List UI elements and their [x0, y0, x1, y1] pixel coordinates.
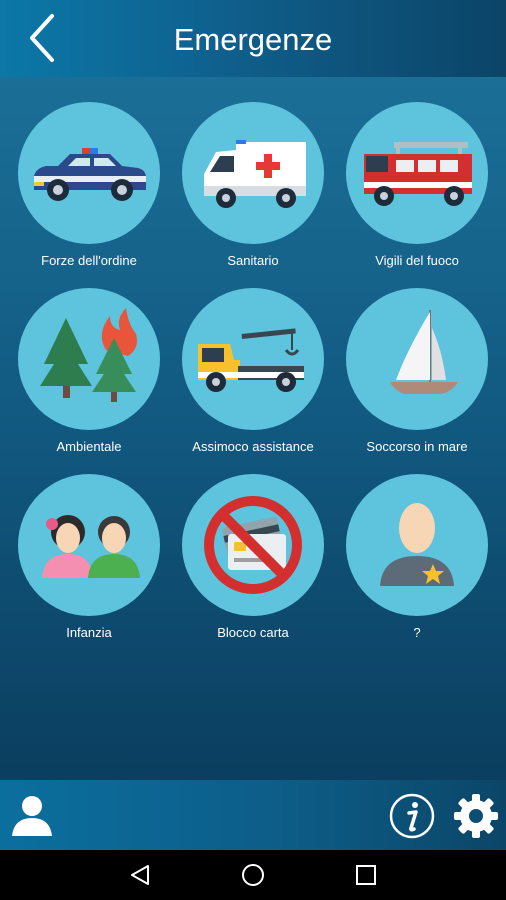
nav-home-icon[interactable]: [241, 863, 265, 887]
forest-fire-icon: [40, 308, 137, 402]
tile-vigili-del-fuoco[interactable]: Vigili del fuoco: [334, 102, 500, 282]
tile-blocco-carta[interactable]: Blocco carta: [170, 474, 336, 654]
tile-circle: [346, 288, 488, 430]
info-icon[interactable]: [388, 792, 436, 840]
tile-forze-dellordine[interactable]: Forze dell'ordine: [6, 102, 172, 282]
card-block-icon: [204, 496, 302, 594]
police-car-icon: [34, 148, 146, 201]
emergency-grid: Forze dell'ordine Sanitario Vigili del f…: [0, 77, 506, 780]
tile-label: Soccorso in mare: [366, 439, 468, 454]
tile-label: Forze dell'ordine: [41, 253, 137, 268]
fire-truck-icon: [364, 142, 472, 206]
tile-soccorso-in-mare[interactable]: Soccorso in mare: [334, 288, 500, 468]
tile-circle: [182, 102, 324, 244]
tile-circle: [346, 102, 488, 244]
tile-label: Infanzia: [66, 625, 112, 640]
tile-ambientale[interactable]: Ambientale: [6, 288, 172, 468]
tile-question[interactable]: ?: [334, 474, 500, 654]
tile-assimoco-assistance[interactable]: Assimoco assistance: [170, 288, 336, 468]
user-icon[interactable]: [10, 792, 54, 838]
tow-truck-icon: [198, 328, 304, 392]
system-nav-bar: [0, 850, 506, 900]
tile-label: Assimoco assistance: [192, 439, 314, 454]
sailboat-icon: [390, 310, 458, 394]
bottom-toolbar: [0, 780, 506, 850]
page-title: Emergenze: [173, 22, 333, 57]
tile-infanzia[interactable]: Infanzia: [6, 474, 172, 654]
nav-recents-icon[interactable]: [355, 864, 377, 886]
tile-circle: [18, 102, 160, 244]
children-icon: [42, 515, 140, 578]
tile-circle: [182, 474, 324, 616]
tile-label: Blocco carta: [217, 625, 289, 640]
tile-circle: [346, 474, 488, 616]
gear-icon[interactable]: [452, 792, 500, 840]
tile-circle: [18, 288, 160, 430]
tile-label: ?: [413, 625, 421, 640]
tile-sanitario[interactable]: Sanitario: [170, 102, 336, 282]
tile-circle: [182, 288, 324, 430]
tile-circle: [18, 474, 160, 616]
header-bar: Emergenze: [0, 0, 506, 77]
officer-icon: [380, 503, 454, 586]
tile-label: Sanitario: [227, 253, 279, 268]
nav-back-icon[interactable]: [128, 863, 152, 887]
tile-label: Vigili del fuoco: [375, 253, 459, 268]
ambulance-icon: [204, 140, 306, 208]
tile-label: Ambientale: [56, 439, 122, 454]
